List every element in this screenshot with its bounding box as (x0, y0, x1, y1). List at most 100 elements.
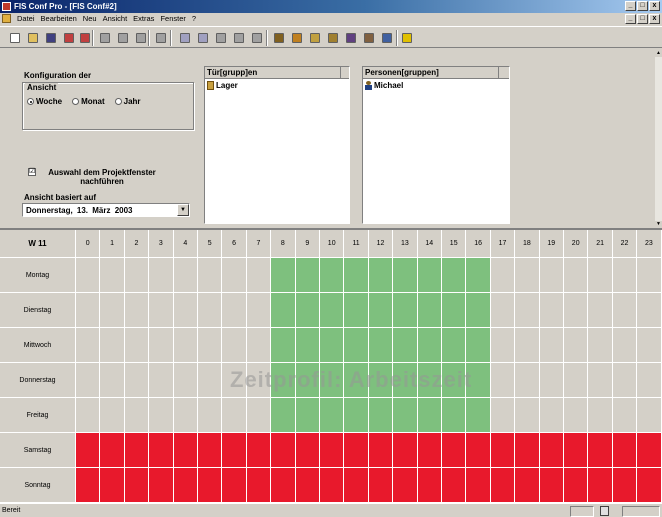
schedule-cell[interactable] (564, 363, 589, 398)
list-item[interactable]: Lager (207, 81, 238, 90)
schedule-cell[interactable] (588, 328, 613, 363)
schedule-cell[interactable] (173, 363, 198, 398)
schedule-cell[interactable] (246, 468, 272, 503)
schedule-cell[interactable] (417, 468, 442, 503)
schedule-cell[interactable] (76, 328, 101, 363)
schedule-cell[interactable] (442, 468, 467, 503)
schedule-cell[interactable] (612, 293, 638, 328)
schedule-cell[interactable] (320, 293, 345, 328)
radio-dot[interactable] (114, 98, 122, 105)
schedule-cell[interactable] (564, 468, 589, 503)
schedule-cell[interactable] (295, 468, 320, 503)
schedule-cell[interactable] (466, 398, 491, 433)
schedule-cell[interactable] (490, 258, 516, 293)
terminal-icon[interactable] (362, 31, 376, 45)
schedule-cell[interactable] (564, 433, 589, 468)
date-picker[interactable]: Donnerstag, 13. März 2003 ▼ (22, 203, 190, 217)
schedule-cell[interactable] (320, 433, 345, 468)
schedule-cell[interactable] (222, 258, 247, 293)
schedule-cell[interactable] (490, 328, 516, 363)
menu-extras[interactable]: Extras (130, 13, 157, 25)
follow-checkbox[interactable]: ☑ (28, 168, 36, 176)
schedule-cell[interactable] (539, 328, 564, 363)
person-groups-header[interactable]: Personen[gruppen] (363, 67, 509, 79)
schedule-cell[interactable] (442, 293, 467, 328)
radio-monat[interactable]: Monat (72, 97, 105, 106)
schedule-cell[interactable] (612, 363, 638, 398)
schedule-cell[interactable] (442, 398, 467, 433)
reader-icon[interactable] (344, 31, 358, 45)
schedule-cell[interactable] (393, 293, 418, 328)
schedule-cell[interactable] (515, 293, 540, 328)
schedule-cell[interactable] (222, 468, 247, 503)
schedule-cell[interactable] (490, 398, 516, 433)
schedule-cell[interactable] (539, 293, 564, 328)
schedule-cell[interactable] (564, 328, 589, 363)
schedule-cell[interactable] (539, 363, 564, 398)
schedule-cell[interactable] (637, 468, 662, 503)
scroll-down-icon[interactable]: ▼ (655, 221, 662, 228)
schedule-cell[interactable] (393, 398, 418, 433)
scroll-up-icon[interactable]: ▲ (655, 50, 662, 57)
radio-jahr[interactable]: Jahr (114, 97, 141, 106)
schedule-cell[interactable] (271, 433, 296, 468)
schedule-cell[interactable] (344, 293, 369, 328)
cut-icon[interactable] (98, 31, 112, 45)
radio-dot[interactable] (27, 98, 34, 105)
schedule-cell[interactable] (124, 258, 150, 293)
schedule-cell[interactable] (515, 328, 540, 363)
help-icon[interactable] (400, 31, 414, 45)
schedule-cell[interactable] (198, 468, 223, 503)
list-item[interactable]: Michael (365, 81, 403, 90)
schedule-cell[interactable] (222, 398, 247, 433)
schedule-cell[interactable] (246, 398, 272, 433)
schedule-cell[interactable] (612, 433, 638, 468)
schedule-cell[interactable] (417, 433, 442, 468)
schedule-cell[interactable] (368, 468, 394, 503)
paste-icon[interactable] (134, 31, 148, 45)
schedule-cell[interactable] (246, 328, 272, 363)
schedule-cell[interactable] (76, 468, 101, 503)
schedule-cell[interactable] (637, 293, 662, 328)
schedule-cell[interactable] (515, 433, 540, 468)
schedule-cell[interactable] (100, 433, 125, 468)
schedule-cell[interactable] (198, 363, 223, 398)
open-icon[interactable] (26, 31, 40, 45)
document-icon[interactable] (2, 14, 11, 23)
schedule-cell[interactable] (515, 363, 540, 398)
schedule-cell[interactable] (515, 398, 540, 433)
schedule-cell[interactable] (466, 258, 491, 293)
schedule-cell[interactable] (588, 468, 613, 503)
schedule-cell[interactable] (393, 468, 418, 503)
schedule-cell[interactable] (539, 468, 564, 503)
schedule-cell[interactable] (515, 468, 540, 503)
schedule-cell[interactable] (76, 293, 101, 328)
schedule-cell[interactable] (173, 468, 198, 503)
schedule-cell[interactable] (637, 433, 662, 468)
schedule-cell[interactable] (149, 293, 174, 328)
schedule-cell[interactable] (76, 258, 101, 293)
schedule-cell[interactable] (295, 398, 320, 433)
schedule-cell[interactable] (173, 293, 198, 328)
schedule-cell[interactable] (222, 328, 247, 363)
search-icon[interactable] (380, 31, 394, 45)
maximize-button[interactable]: □ (637, 1, 648, 11)
schedule-cell[interactable] (198, 433, 223, 468)
schedule-cell[interactable] (564, 258, 589, 293)
person-groups-list[interactable]: Personen[gruppen] Michael (362, 66, 510, 224)
schedule-cell[interactable] (539, 433, 564, 468)
schedule-cell[interactable] (564, 293, 589, 328)
schedule-cell[interactable] (173, 433, 198, 468)
schedule-cell[interactable] (149, 363, 174, 398)
schedule-cell[interactable] (588, 363, 613, 398)
schedule-cell[interactable] (320, 258, 345, 293)
door-group-icon[interactable] (326, 31, 340, 45)
schedule-cell[interactable] (76, 398, 101, 433)
schedule-cell[interactable] (588, 293, 613, 328)
schedule-cell[interactable] (271, 468, 296, 503)
schedule-cell[interactable] (637, 258, 662, 293)
schedule-cell[interactable] (149, 468, 174, 503)
schedule-cell[interactable] (344, 398, 369, 433)
schedule-cell[interactable] (368, 398, 394, 433)
door-icon[interactable] (308, 31, 322, 45)
